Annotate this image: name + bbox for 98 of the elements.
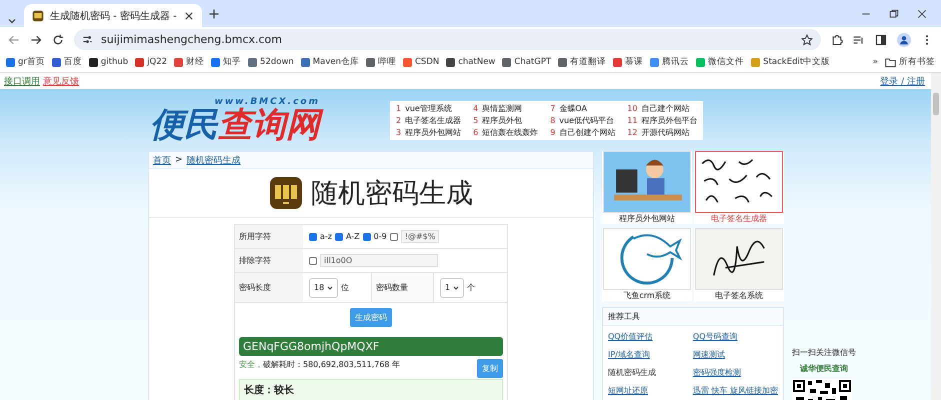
checkbox[interactable] xyxy=(309,256,317,264)
hot-link[interactable]: 12 开源代码网站 xyxy=(627,126,698,138)
hot-link[interactable]: 8 vue低代码平台 xyxy=(550,114,616,126)
field-label: 排除字符 xyxy=(235,249,303,272)
bookmark[interactable]: 知乎 xyxy=(211,56,242,68)
close-icon[interactable] xyxy=(184,10,194,20)
bookmark[interactable]: CSDN xyxy=(403,57,440,67)
url-text: suijimimashengcheng.bmcx.com xyxy=(101,33,284,46)
bookmark[interactable]: 腾讯云 xyxy=(650,56,690,68)
unit-label: 个 xyxy=(467,282,476,293)
count-select[interactable]: 1 xyxy=(440,278,464,298)
bookmark[interactable]: 有道翻译 xyxy=(558,56,606,68)
more-bookmarks-button[interactable]: » xyxy=(872,57,878,67)
checkbox[interactable] xyxy=(390,232,398,240)
bookmark[interactable]: StackEdit中文版 xyxy=(751,56,830,68)
bookmark[interactable]: ChatGPT xyxy=(502,57,552,67)
tool-link[interactable]: IP/域名查询 xyxy=(608,349,689,360)
checkbox[interactable] xyxy=(335,232,343,240)
checkbox-label: A-Z xyxy=(346,232,360,241)
unit-label: 位 xyxy=(341,282,350,293)
bookmark[interactable]: 52down xyxy=(248,57,294,67)
breadcrumb-link[interactable]: 首页 xyxy=(153,154,171,166)
qr-code-icon xyxy=(792,379,852,400)
crack-time-text: 安全，破解耗时：580,692,803,511,768 年 xyxy=(239,359,400,370)
top-link[interactable]: 意见反馈 xyxy=(43,74,79,88)
strength-text: 长度：较长 xyxy=(239,379,503,400)
favicon-icon xyxy=(32,10,44,22)
bookmark[interactable]: github xyxy=(88,57,128,67)
bookmark[interactable]: 慕课 xyxy=(613,56,644,68)
hot-link[interactable]: 9 自己创建个网站 xyxy=(550,126,616,138)
field-label: 所用字符 xyxy=(235,225,303,248)
hot-link[interactable]: 5 程序员外包 xyxy=(473,114,538,126)
browser-tab[interactable]: 生成随机密码 - 密码生成器 - xyxy=(24,4,202,27)
folder-icon xyxy=(885,56,896,68)
app-icon xyxy=(269,176,303,210)
breadcrumb-link[interactable]: 随机密码生成 xyxy=(186,154,241,166)
bookmark[interactable]: chatNew xyxy=(446,57,496,67)
page-title: 随机密码生成 xyxy=(311,177,473,211)
breadcrumb-separator: > xyxy=(175,155,183,165)
tool-link[interactable]: QQ号码查询 xyxy=(692,331,778,342)
ad-tile[interactable]: 飞鱼crm系统 xyxy=(602,228,692,301)
hot-link[interactable]: 1 vue管理系统 xyxy=(396,102,462,114)
tool-link[interactable]: 短网址还原 xyxy=(608,385,689,396)
field-label: 密码数量 xyxy=(372,273,434,302)
address-bar[interactable]: suijimimashengcheng.bmcx.com xyxy=(74,29,821,50)
top-link[interactable]: 接口调用 xyxy=(4,74,40,88)
all-bookmarks-button[interactable]: 所有书签 xyxy=(885,56,935,68)
wechat-caption: 扫一扫关注微信号 xyxy=(792,347,856,358)
checkbox[interactable] xyxy=(309,232,317,240)
hot-link[interactable]: 10 自己建个网站 xyxy=(627,102,698,114)
hot-link[interactable]: 11 程序员外包平台 xyxy=(627,114,698,126)
tool-link[interactable]: 随机密码生成 xyxy=(608,367,689,378)
tool-link[interactable]: QQ价值评估 xyxy=(608,331,689,342)
bookmark[interactable]: jQ22 xyxy=(135,57,168,67)
close-icon[interactable] xyxy=(917,8,927,18)
checkbox-label: 0-9 xyxy=(374,232,387,241)
wechat-name: 诚华便民查询 xyxy=(800,363,848,374)
checkbox[interactable] xyxy=(362,232,371,240)
tab-title: 生成随机密码 - 密码生成器 - xyxy=(50,10,178,22)
profile-icon[interactable] xyxy=(897,32,911,46)
media-icon[interactable] xyxy=(853,34,865,46)
ad-tile[interactable]: 电子签名系统 xyxy=(694,228,784,301)
forward-icon[interactable] xyxy=(30,34,42,46)
hot-link[interactable]: 6 短信轰在线轰炸 xyxy=(473,126,538,138)
caret-icon xyxy=(327,284,334,290)
bookmark[interactable]: Maven仓库 xyxy=(300,56,359,68)
symbols-field[interactable]: !@#$% xyxy=(400,230,439,243)
puzzle-icon[interactable] xyxy=(831,34,843,46)
restore-icon[interactable] xyxy=(889,8,899,18)
side-panel-icon[interactable] xyxy=(875,34,887,46)
field-label: 密码长度 xyxy=(235,273,303,302)
login-link[interactable]: 登录 / 注册 xyxy=(880,74,925,88)
exclude-field[interactable]: iIl1o0O xyxy=(320,254,438,267)
tool-link[interactable]: 网速测试 xyxy=(692,349,778,360)
bookmark[interactable]: 微信文件 xyxy=(696,56,744,68)
length-select[interactable]: 18 xyxy=(309,278,338,298)
bookmark[interactable]: 财经 xyxy=(174,56,204,68)
checkbox-label: a-z xyxy=(320,232,332,241)
new-tab-icon[interactable] xyxy=(208,8,220,20)
tool-link[interactable]: 迅雷 快车 旋风链接加密 xyxy=(692,385,778,396)
hot-link[interactable]: 7 金蝶OA xyxy=(550,102,616,114)
hot-link[interactable]: 3 程序员外包网站 xyxy=(396,126,462,138)
back-icon[interactable] xyxy=(8,34,20,46)
ad-tile[interactable]: 电子签名生成器 xyxy=(694,151,784,224)
hot-link[interactable]: 4 舆情监测网 xyxy=(473,102,538,114)
ad-tile[interactable]: 程序员外包网站 xyxy=(602,151,692,224)
star-icon[interactable] xyxy=(801,34,813,46)
reload-icon[interactable] xyxy=(52,34,64,46)
bookmark[interactable]: gr首页 xyxy=(6,56,45,68)
hot-link[interactable]: 2 电子签名生成器 xyxy=(396,114,462,126)
caret-icon xyxy=(453,284,460,290)
site-settings-icon[interactable] xyxy=(82,34,93,45)
password-output: GENqFGG8omjhQpMQXF xyxy=(239,337,503,356)
bookmark[interactable]: 百度 xyxy=(52,56,82,68)
tool-link[interactable]: 密码强度检测 xyxy=(692,367,778,378)
tools-title: 推荐工具 xyxy=(603,308,783,326)
bookmark[interactable]: 哔哩 xyxy=(366,56,396,68)
scrollbar[interactable] xyxy=(931,73,941,400)
